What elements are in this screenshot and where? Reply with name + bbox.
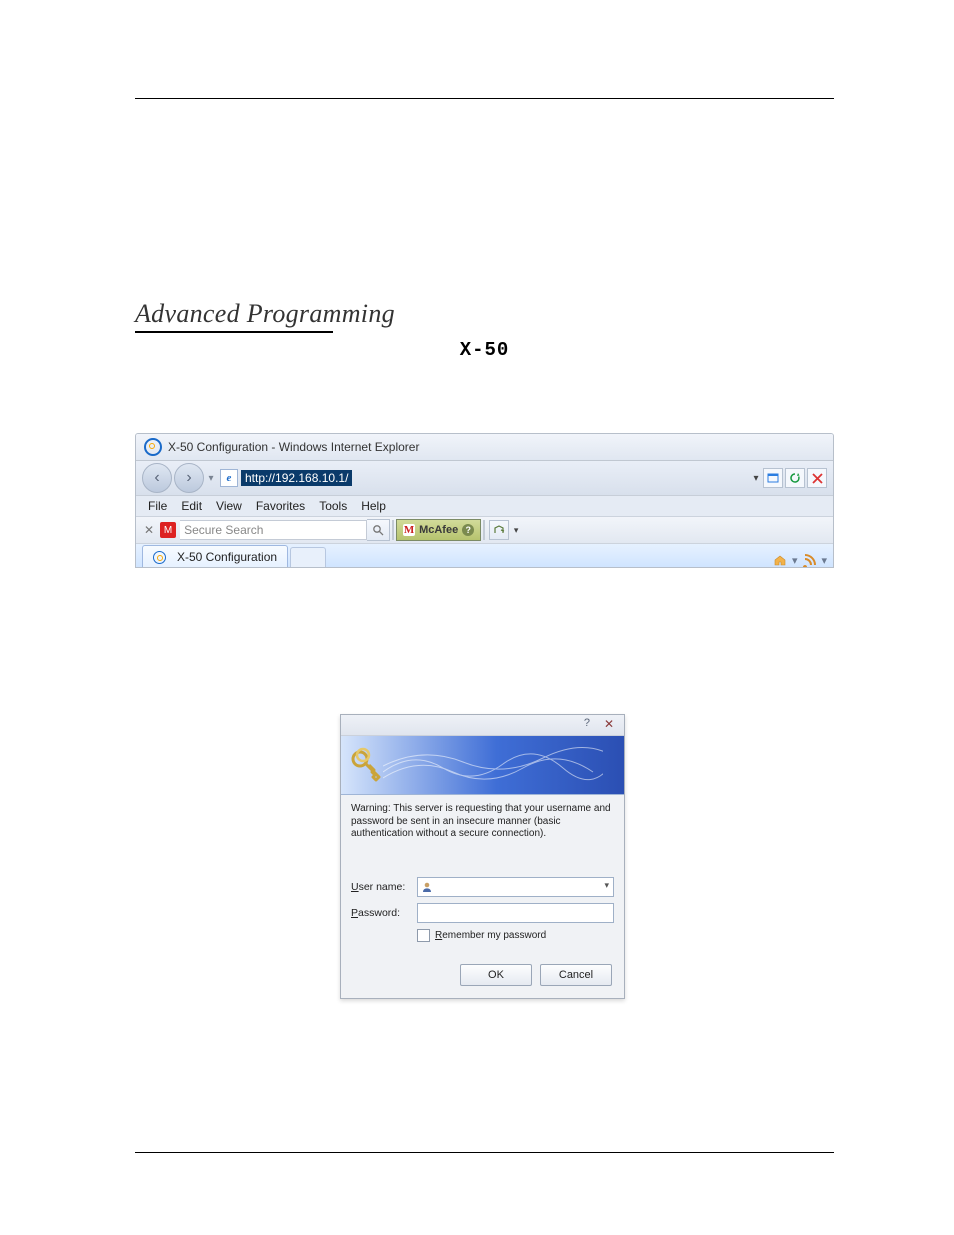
url-text: http://192.168.10.1/ — [241, 470, 352, 486]
user-avatar-icon — [421, 881, 433, 893]
toolbar-separator — [392, 520, 394, 540]
browser-tab[interactable]: X-50 Configuration — [142, 545, 288, 568]
mcafee-toolbar: ✕ M Secure Search M McAfee ? ▾ — [136, 517, 833, 544]
address-row: ‹ › ▾ e http://192.168.10.1/ ▾ — [136, 461, 833, 496]
menu-file[interactable]: File — [148, 499, 167, 513]
compat-view-icon[interactable] — [763, 468, 783, 488]
product-code: X-50 — [135, 339, 834, 361]
mcafee-shield-icon: M — [160, 522, 176, 538]
toolbar-extra-dropdown-icon[interactable]: ▾ — [511, 525, 521, 536]
forward-button[interactable]: › — [174, 463, 204, 493]
keys-icon — [349, 746, 385, 782]
top-rule — [135, 98, 834, 99]
menu-view[interactable]: View — [216, 499, 242, 513]
toolbar-separator-2 — [483, 520, 485, 540]
nav-dropdown-icon[interactable]: ▾ — [206, 464, 216, 492]
dialog-banner — [341, 736, 624, 795]
mcafee-button[interactable]: M McAfee ? — [396, 519, 481, 541]
dialog-close-icon[interactable]: ✕ — [604, 717, 614, 731]
tab-favicon-icon — [153, 551, 166, 564]
bottom-rule — [135, 1152, 834, 1153]
remember-label: Remember my password — [435, 930, 546, 941]
dialog-warning-text: Warning: This server is requesting that … — [351, 803, 614, 841]
home-dropdown-icon[interactable]: ▾ — [792, 554, 798, 567]
toolbar-close-icon[interactable]: ✕ — [144, 523, 154, 537]
cancel-button[interactable]: Cancel — [540, 964, 612, 986]
menu-edit[interactable]: Edit — [181, 499, 202, 513]
window-title: X-50 Configuration - Windows Internet Ex… — [168, 440, 419, 454]
ie-logo-icon — [144, 438, 162, 456]
address-bar[interactable]: e http://192.168.10.1/ — [220, 469, 352, 487]
back-button[interactable]: ‹ — [142, 463, 172, 493]
section-heading: Advanced Programming — [135, 299, 834, 329]
page-icon: e — [220, 469, 238, 487]
menu-tools[interactable]: Tools — [319, 499, 347, 513]
address-dropdown-icon[interactable]: ▾ — [749, 473, 763, 484]
browser-window: X-50 Configuration - Windows Internet Ex… — [135, 433, 834, 568]
auth-dialog: ? ✕ Warning: This server is requesting t… — [340, 714, 625, 999]
password-label: Password: — [351, 907, 417, 919]
rss-dropdown-icon[interactable]: ▾ — [821, 554, 827, 567]
toolbar-extra-button[interactable] — [489, 520, 509, 540]
rss-icon[interactable] — [801, 552, 817, 568]
refresh-icon[interactable] — [785, 468, 805, 488]
search-icon[interactable] — [367, 519, 390, 541]
tab-strip: X-50 Configuration ▾ ▾ — [136, 544, 833, 568]
mcafee-m-icon: M — [403, 524, 415, 536]
secure-search-input[interactable]: Secure Search — [180, 520, 367, 540]
password-field[interactable] — [417, 903, 614, 923]
heading-underline — [135, 331, 333, 333]
ok-button[interactable]: OK — [460, 964, 532, 986]
stop-icon[interactable] — [807, 468, 827, 488]
menu-help[interactable]: Help — [361, 499, 386, 513]
menu-bar: File Edit View Favorites Tools Help — [136, 496, 833, 517]
dialog-help-icon[interactable]: ? — [584, 717, 590, 729]
remember-checkbox[interactable] — [417, 929, 430, 942]
mcafee-help-icon: ? — [462, 524, 474, 536]
home-icon[interactable] — [772, 552, 788, 568]
username-label: User name: — [351, 881, 417, 893]
new-tab-button[interactable] — [290, 547, 326, 568]
window-titlebar: X-50 Configuration - Windows Internet Ex… — [136, 434, 833, 461]
tab-label: X-50 Configuration — [177, 550, 277, 564]
mcafee-label: McAfee — [419, 524, 458, 536]
menu-favorites[interactable]: Favorites — [256, 499, 305, 513]
username-field[interactable] — [417, 877, 614, 897]
dialog-titlebar: ? ✕ — [341, 715, 624, 736]
banner-wave-decoration — [383, 742, 603, 786]
